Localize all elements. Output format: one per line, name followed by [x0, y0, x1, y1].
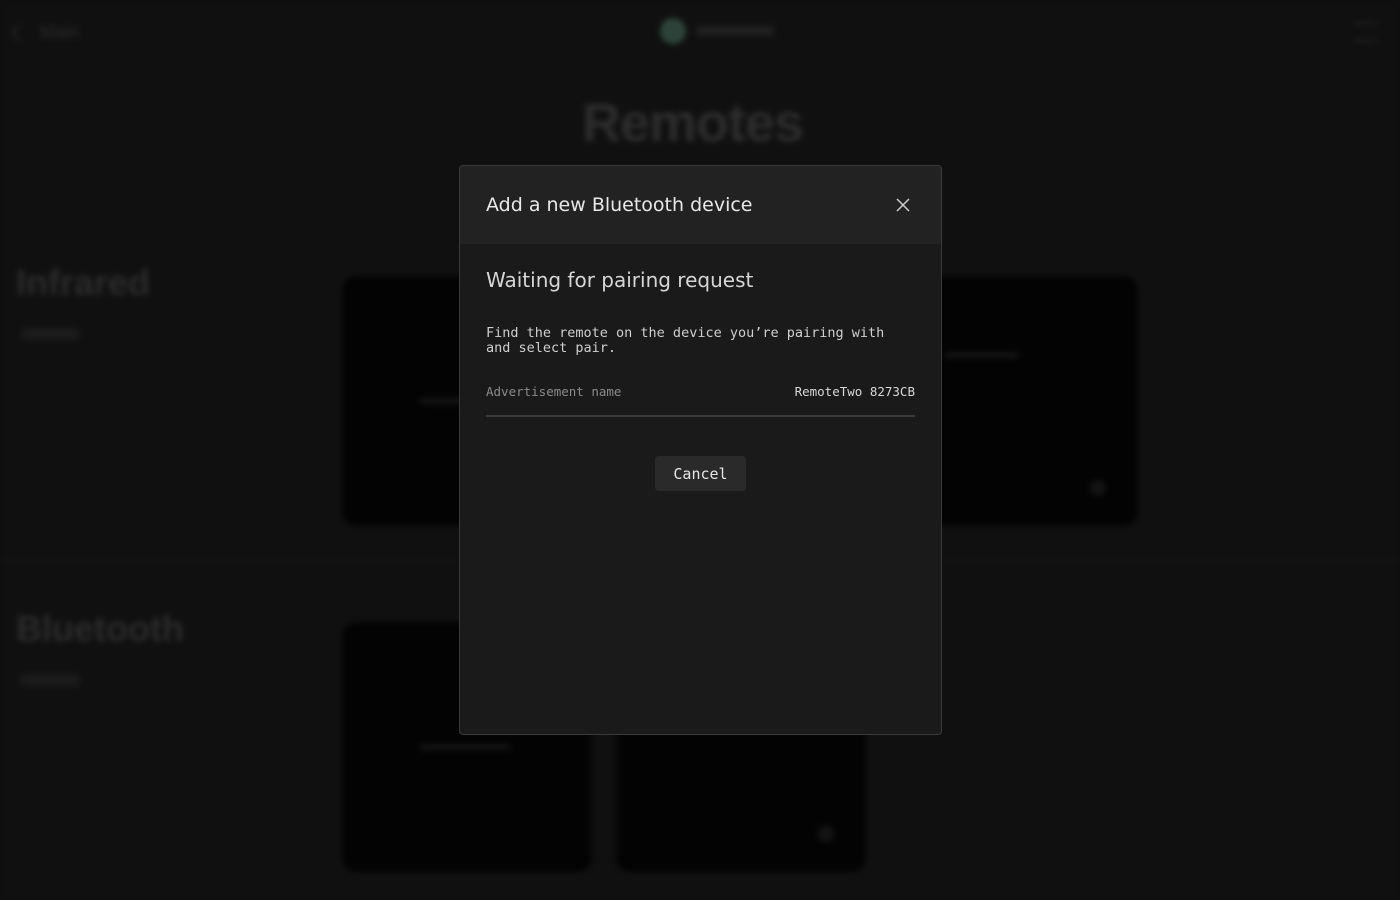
dialog-header: Add a new Bluetooth device: [460, 166, 941, 244]
pairing-instructions: Find the remote on the device you’re pai…: [486, 325, 885, 356]
dialog-body: Waiting for pairing request Find the rem…: [460, 244, 941, 491]
cancel-button[interactable]: Cancel: [655, 456, 746, 491]
add-bluetooth-device-dialog: Add a new Bluetooth device Waiting for p…: [459, 165, 942, 735]
advertisement-name-row: Advertisement name RemoteTwo 8273CB: [486, 384, 915, 417]
close-icon: [896, 198, 910, 212]
dialog-title: Add a new Bluetooth device: [486, 194, 753, 216]
close-button[interactable]: [893, 195, 913, 215]
advertisement-name-label: Advertisement name: [486, 384, 622, 399]
advertisement-name-value: RemoteTwo 8273CB: [794, 384, 915, 399]
pairing-status-heading: Waiting for pairing request: [486, 268, 754, 292]
dialog-actions: Cancel: [486, 456, 915, 491]
